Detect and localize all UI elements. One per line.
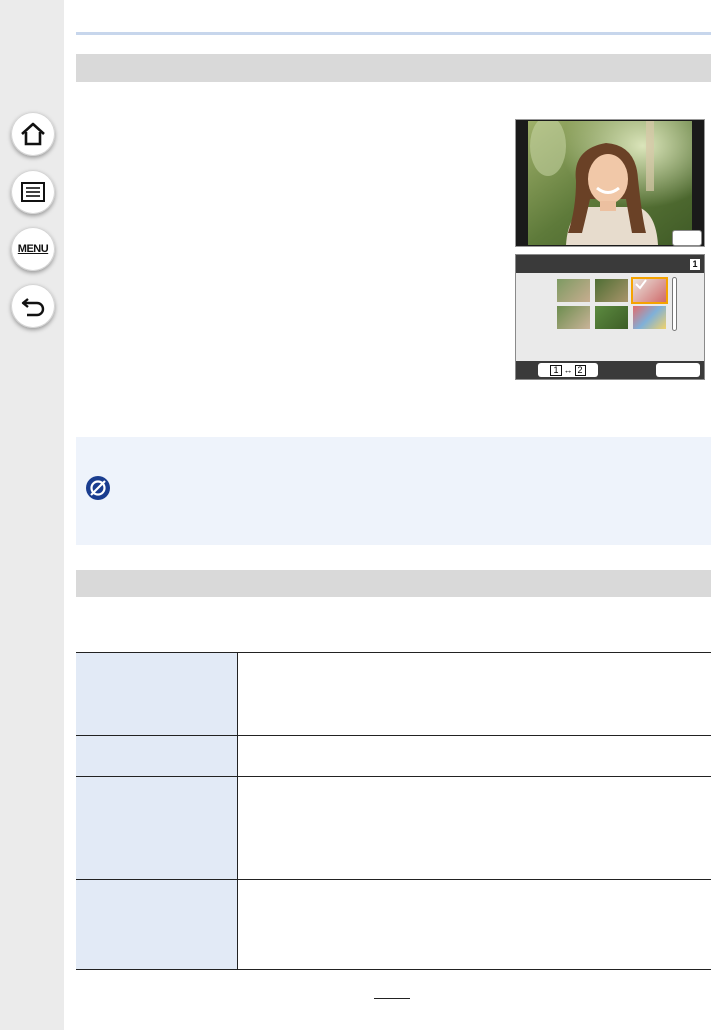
table-row-header — [76, 880, 238, 969]
section-heading-bar — [76, 570, 711, 597]
page-badge: 1 — [690, 259, 700, 270]
return-button[interactable] — [656, 363, 700, 377]
camera-preview-screen — [515, 119, 705, 247]
check-icon — [634, 277, 648, 295]
page-number-rule — [374, 998, 410, 999]
table-row-header — [76, 777, 238, 879]
page-two-box: 2 — [574, 364, 586, 376]
table-row — [76, 880, 711, 969]
list-icon — [20, 181, 46, 203]
swap-arrow-icon: ↔ — [563, 365, 573, 375]
menu-button[interactable]: MENU — [11, 227, 55, 271]
back-arrow-icon — [20, 295, 46, 317]
screen-touch-button[interactable] — [672, 230, 702, 246]
table-row-header — [76, 736, 238, 776]
menu-label: MENU — [17, 243, 49, 255]
thumbnail[interactable] — [595, 279, 628, 302]
thumbnail[interactable] — [633, 306, 666, 329]
back-button[interactable] — [11, 284, 55, 328]
thumbnail[interactable] — [557, 306, 590, 329]
table-row-header — [76, 653, 238, 735]
portrait-photo — [528, 121, 692, 245]
not-available-icon — [85, 475, 111, 506]
home-icon — [20, 122, 46, 146]
thumbnail[interactable] — [595, 306, 628, 329]
table-row — [76, 653, 711, 736]
sidebar: MENU — [0, 0, 64, 1030]
page-one-box: 1 — [550, 364, 562, 376]
thumbnail[interactable] — [557, 279, 590, 302]
scrollbar[interactable] — [672, 277, 677, 331]
screen-header — [516, 255, 704, 273]
note-box — [76, 437, 711, 545]
contents-button[interactable] — [11, 170, 55, 214]
playback-thumbnail-screen: 1 1 ↔ 2 — [515, 254, 705, 380]
table-row — [76, 736, 711, 777]
header-rule — [76, 32, 711, 35]
home-button[interactable] — [11, 112, 55, 156]
section-heading-bar — [76, 54, 711, 82]
table-row — [76, 777, 711, 880]
settings-table — [76, 652, 711, 970]
page-toggle-button[interactable]: 1 ↔ 2 — [538, 363, 598, 377]
